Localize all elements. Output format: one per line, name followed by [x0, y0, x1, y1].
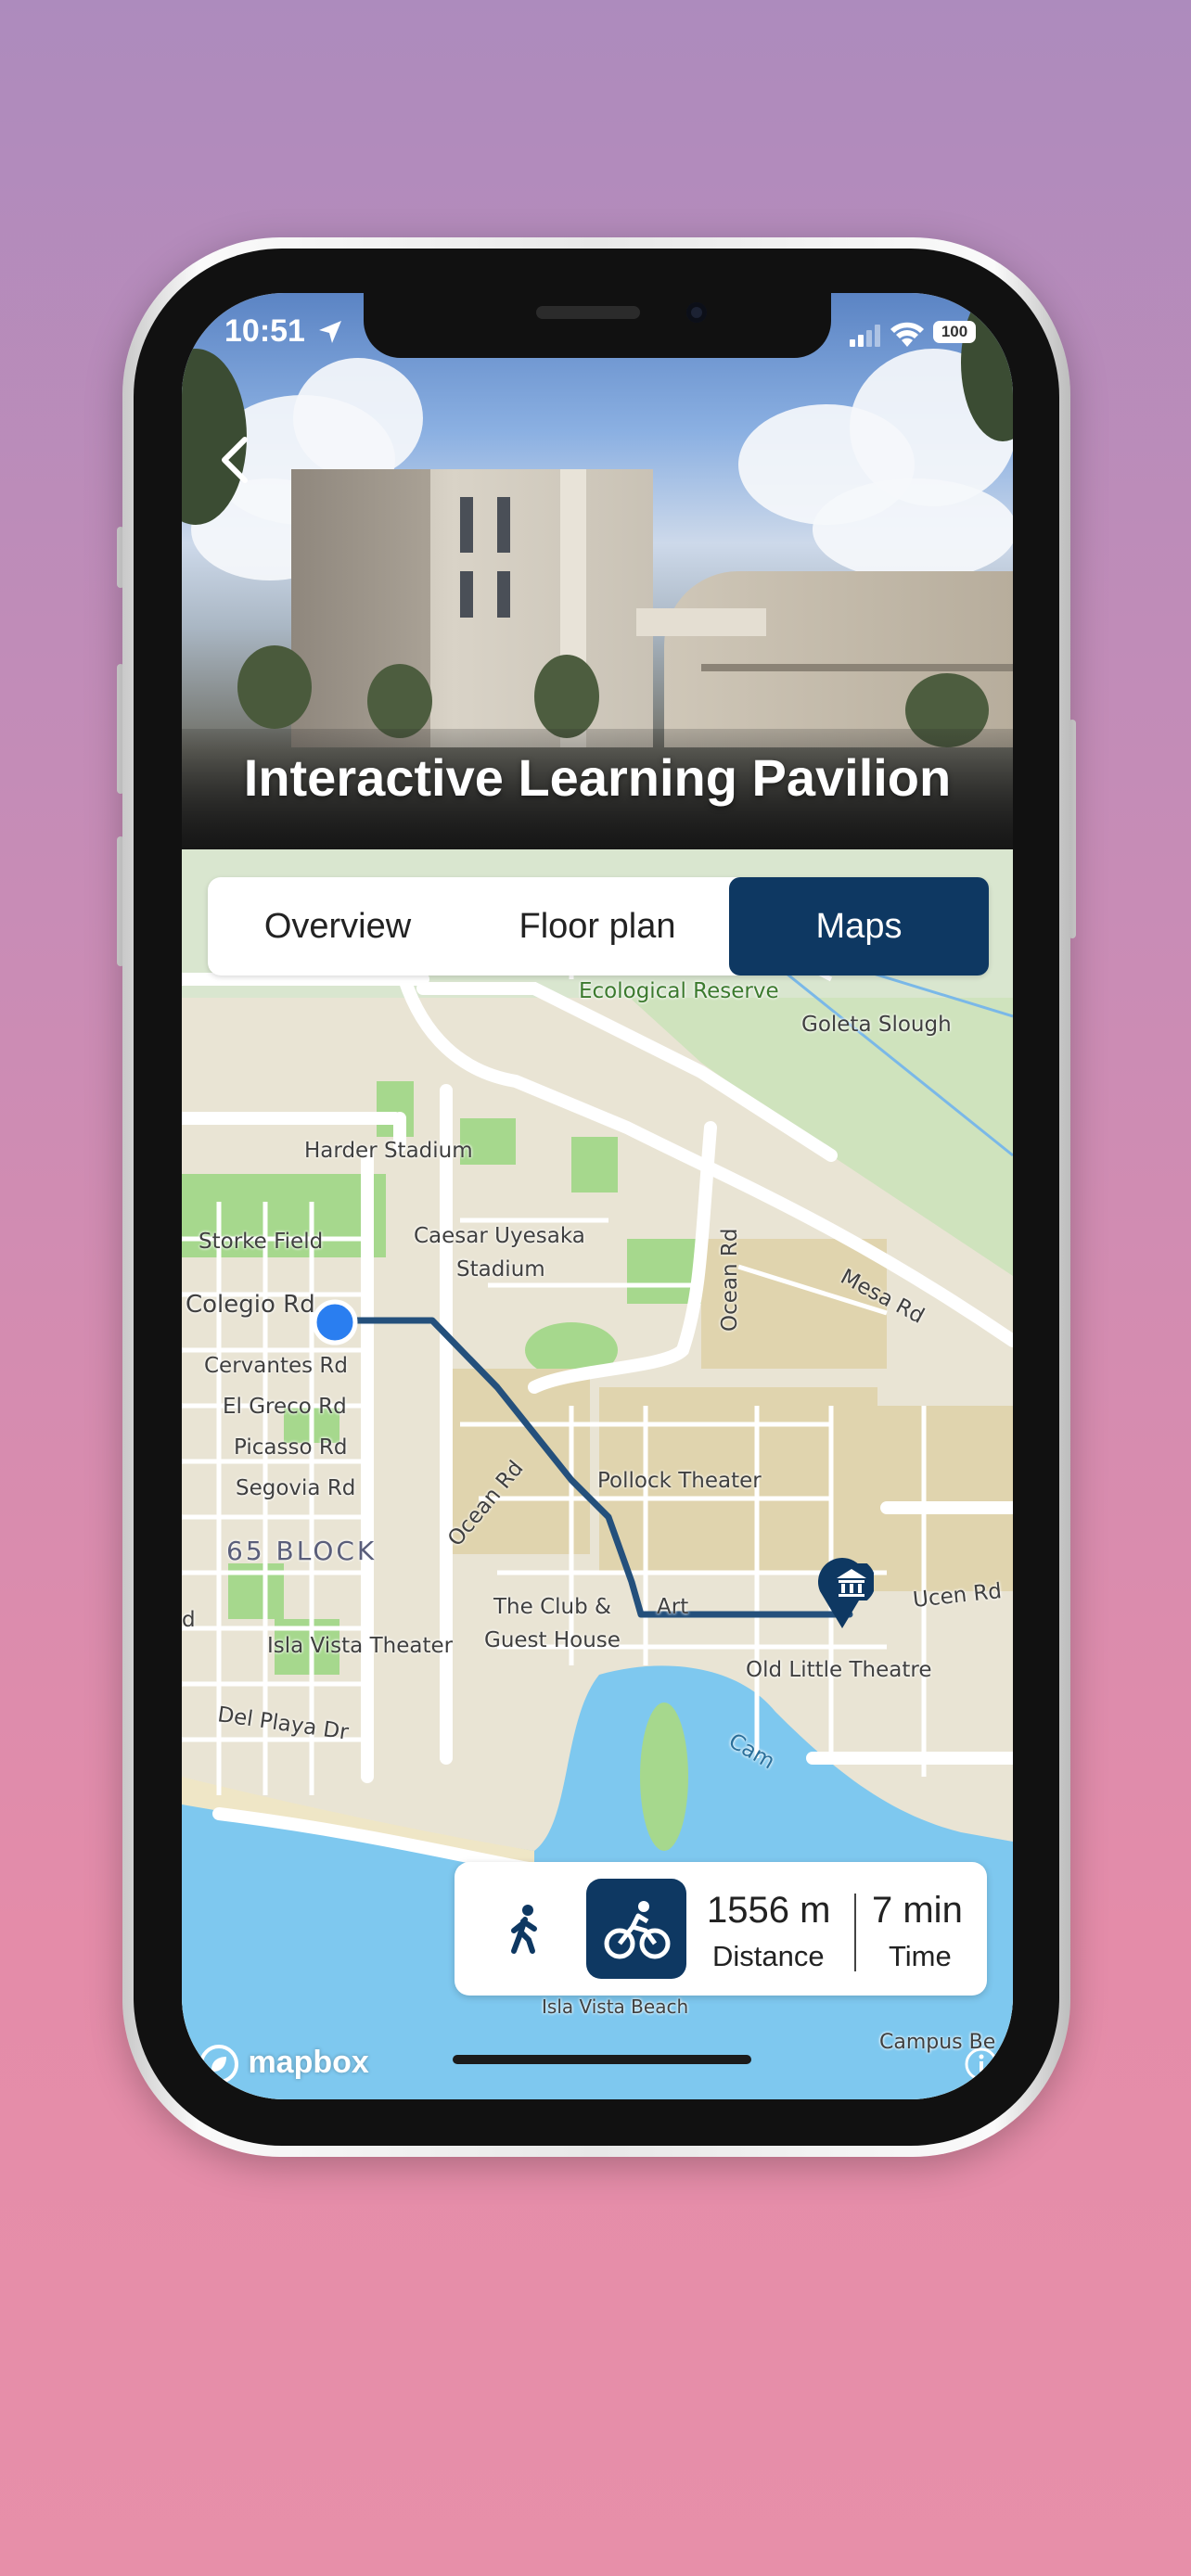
map-label-picasso-rd: Picasso Rd: [234, 1435, 348, 1460]
destination-building-icon[interactable]: [829, 1563, 874, 1600]
map-label-pollock-theater: Pollock Theater: [597, 1469, 762, 1493]
map-label-club: The Club &: [493, 1595, 611, 1619]
distance-label: Distance: [712, 1940, 825, 1972]
signal-icon: [850, 325, 880, 347]
map-label-harder-stadium: Harder Stadium: [304, 1139, 473, 1163]
distance-value: 1556 m: [707, 1890, 831, 1931]
time-label: Time: [889, 1940, 952, 1972]
map-label-65-block: 65 BLOCK: [226, 1536, 378, 1566]
map-label-caesar-uyesaka: Caesar Uyesaka: [414, 1224, 585, 1248]
map-label-art: Art: [657, 1595, 689, 1619]
map-label-isla-vista-beach: Isla Vista Beach: [542, 1996, 689, 2018]
back-button[interactable]: [217, 432, 254, 488]
map-label-ocean-rd: Ocean Rd: [718, 1228, 742, 1332]
map-label-ecological-reserve: Ecological Reserve: [579, 979, 779, 1003]
status-bar: 10:51 100: [182, 313, 1013, 360]
map-label-storke-field: Storke Field: [198, 1230, 324, 1254]
bike-icon: [604, 1901, 671, 1959]
map-label-edge: d: [182, 1608, 196, 1632]
location-arrow-icon: [319, 321, 341, 343]
walk-mode-button[interactable]: [475, 1879, 575, 1979]
map-label-colegio-rd: Colegio Rd: [186, 1291, 315, 1319]
screen: Interactive Learning Pavilion 10:51 100: [182, 293, 1013, 2099]
battery-icon: 100: [933, 321, 976, 343]
mapbox-icon: [199, 2045, 238, 2084]
section-tabs: Overview Floor plan Maps: [208, 877, 989, 976]
map-label-guest-house: Guest House: [484, 1628, 621, 1652]
tab-overview[interactable]: Overview: [208, 877, 467, 976]
mapbox-text: mapbox: [248, 2044, 369, 2080]
map-label-el-greco-rd: El Greco Rd: [223, 1395, 347, 1419]
status-time: 10:51: [224, 313, 305, 349]
info-icon[interactable]: [963, 2046, 1000, 2083]
map-label-goleta-slough: Goleta Slough: [801, 1013, 952, 1037]
home-indicator[interactable]: [453, 2055, 751, 2064]
tab-maps[interactable]: Maps: [729, 877, 989, 976]
map-label-isla-vista-theater: Isla Vista Theater: [267, 1634, 454, 1658]
tab-floor-plan[interactable]: Floor plan: [467, 877, 727, 976]
map-label-segovia-rd: Segovia Rd: [236, 1476, 356, 1500]
map-label-cervantes-rd: Cervantes Rd: [204, 1354, 348, 1378]
page-title: Interactive Learning Pavilion: [243, 748, 952, 807]
mapbox-logo[interactable]: mapbox: [198, 2044, 369, 2085]
time-value: 7 min: [872, 1890, 963, 1931]
map-label-stadium: Stadium: [456, 1257, 545, 1282]
route-info-card: 1556 m Distance 7 min Time: [455, 1862, 987, 1996]
hero-image: Interactive Learning Pavilion: [182, 293, 1013, 849]
map-view[interactable]: Ecological Reserve Goleta Slough Harder …: [182, 849, 1013, 2099]
wifi-icon: [890, 322, 924, 347]
bike-mode-button[interactable]: [586, 1879, 686, 1979]
stat-divider: [854, 1894, 856, 1971]
map-label-old-little-theatre: Old Little Theatre: [746, 1658, 932, 1682]
